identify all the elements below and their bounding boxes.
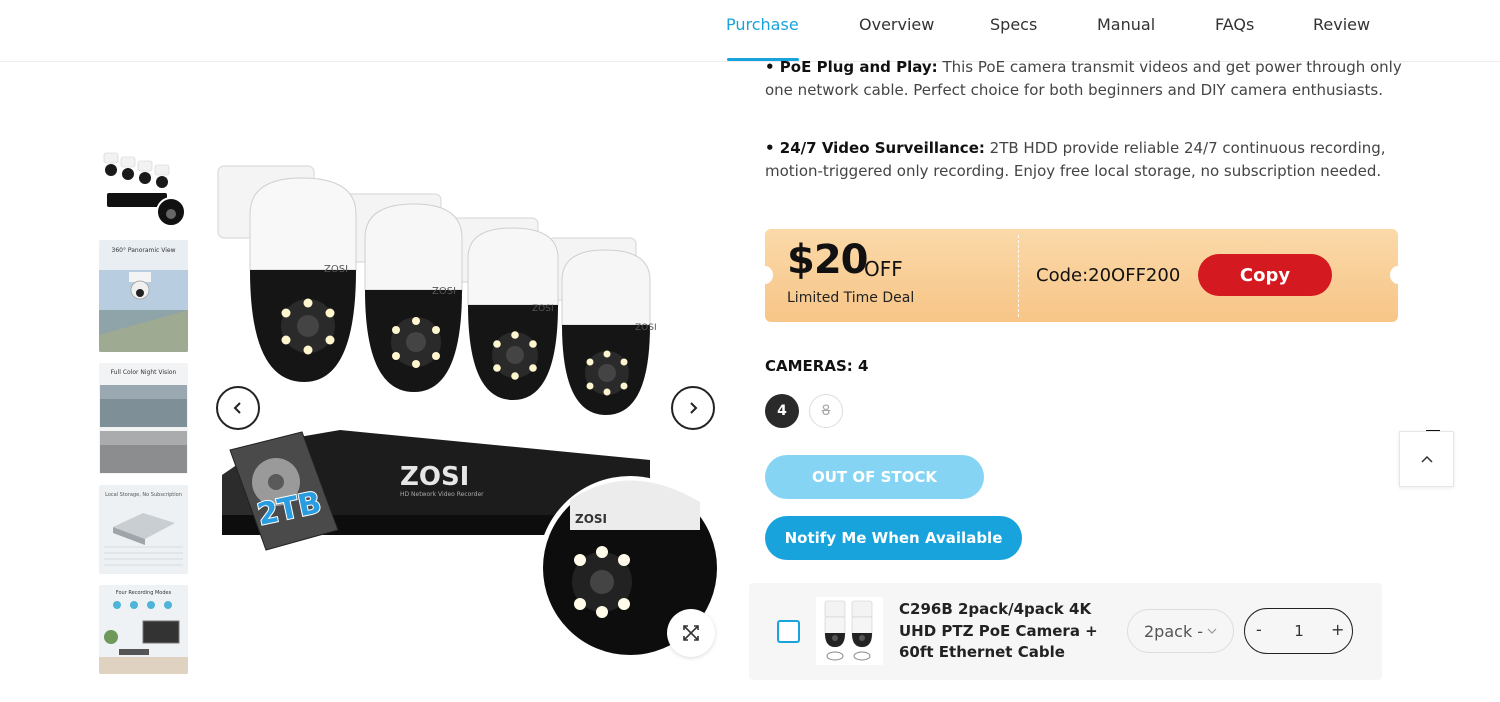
coupon-off-label: OFF <box>864 257 903 281</box>
product-photo: ZOSI ZOSI ZOSI ZOSI ZOSI HD Network Vide… <box>217 165 722 660</box>
thumbnail-caption: Local Storage, No Subscription <box>105 492 182 498</box>
coupon-notch-right <box>1390 266 1406 284</box>
thumbnail-image <box>99 145 188 230</box>
feature-poe: • PoE Plug and Play: This PoE camera tra… <box>765 56 1405 102</box>
thumbnail-caption: Full Color Night Vision <box>111 369 177 376</box>
thumbnail-caption: 360° Panoramic View <box>112 247 176 254</box>
out-of-stock-button: OUT OF STOCK <box>765 455 984 499</box>
expand-icon <box>683 625 699 641</box>
chevron-up-icon <box>1420 455 1433 463</box>
nvr-brand: ZOSI <box>400 462 469 492</box>
thumbnail-image: Four Recording Modes <box>99 585 188 674</box>
copy-code-button[interactable]: Copy <box>1198 254 1332 296</box>
tab-purchase[interactable]: Purchase <box>726 15 799 34</box>
camera-4: ZOSI <box>547 237 657 415</box>
tab-faqs[interactable]: FAQs <box>1215 15 1254 34</box>
tab-review[interactable]: Review <box>1313 15 1370 34</box>
tab-specs[interactable]: Specs <box>990 15 1037 34</box>
camera-brand: ZOSI <box>324 264 348 275</box>
addon-photo <box>816 597 883 665</box>
quantity-decrease-button[interactable]: - <box>1256 620 1262 639</box>
thumbnail-caption: Four Recording Modes <box>116 590 172 596</box>
addon-camera-right <box>851 600 873 648</box>
addon-variant-select[interactable]: 2pack - <box>1127 609 1234 653</box>
notify-me-button[interactable]: Notify Me When Available <box>765 516 1022 560</box>
addon-product-title[interactable]: C296B 2pack/4pack 4K UHD PTZ PoE Camera … <box>899 599 1129 664</box>
gallery-thumbnail-3[interactable]: Full Color Night Vision <box>99 363 188 474</box>
feature-surveillance: • 24/7 Video Surveillance: 2TB HDD provi… <box>765 137 1405 183</box>
chevron-right-icon <box>690 402 698 414</box>
quantity-input[interactable] <box>1279 619 1319 643</box>
feature-poe-title: • PoE Plug and Play: <box>765 58 938 76</box>
camera-1: ZOSI <box>217 165 357 382</box>
tab-overview[interactable]: Overview <box>859 15 934 34</box>
coupon-code: Code:20OFF200 <box>1036 265 1181 286</box>
coupon-subtitle: Limited Time Deal <box>787 290 915 306</box>
coupon-notch-left <box>757 266 773 284</box>
addon-checkbox[interactable] <box>777 620 800 643</box>
option-cameras-8[interactable]: 8 <box>809 394 843 428</box>
thumbnail-image: 360° Panoramic View <box>99 240 188 352</box>
camera-2: ZOSI <box>344 193 463 392</box>
coupon-card: $20 OFF Limited Time Deal Code:20OFF200 … <box>757 229 1406 322</box>
addon-product-image <box>816 597 883 665</box>
addon-camera-left <box>824 600 846 648</box>
gallery-thumbnail-1[interactable] <box>99 145 188 230</box>
cameras-option-label: CAMERAS: 4 <box>765 357 869 375</box>
zoom-brand: ZOSI <box>575 512 607 526</box>
chevron-down-icon <box>1207 628 1217 634</box>
thumbnail-image: Full Color Night Vision <box>99 363 188 474</box>
main-product-image: ZOSI ZOSI ZOSI ZOSI ZOSI HD Network Vide… <box>210 130 730 680</box>
addon-variant-value: 2pack - <box>1144 621 1204 641</box>
addon-product-row: C296B 2pack/4pack 4K UHD PTZ PoE Camera … <box>749 583 1382 680</box>
coupon-divider <box>1018 235 1019 317</box>
camera-brand: ZOSI <box>432 286 456 297</box>
coupon-amount: $20 <box>787 237 868 283</box>
feature-surveillance-title: • 24/7 Video Surveillance: <box>765 139 985 157</box>
gallery-thumbnail-4[interactable]: Local Storage, No Subscription <box>99 485 188 574</box>
gallery-thumbnail-2[interactable]: 360° Panoramic View <box>99 240 188 352</box>
chevron-left-icon <box>233 402 241 414</box>
tab-manual[interactable]: Manual <box>1097 15 1155 34</box>
option-cameras-4[interactable]: 4 <box>765 394 799 428</box>
addon-quantity-stepper: - + <box>1244 608 1353 654</box>
gallery-prev-button[interactable] <box>216 386 260 430</box>
nvr-subtitle: HD Network Video Recorder <box>400 491 484 498</box>
camera-brand: ZOSI <box>635 323 657 333</box>
camera-brand: ZOSI <box>532 304 554 314</box>
thumbnail-image: Local Storage, No Subscription <box>99 485 188 574</box>
quantity-increase-button[interactable]: + <box>1331 620 1344 639</box>
scroll-to-top-button[interactable] <box>1399 431 1454 487</box>
product-tab-bar: Purchase Overview Specs Manual FAQs Revi… <box>0 0 1500 62</box>
camera-3: ZOSI <box>447 217 559 400</box>
gallery-next-button[interactable] <box>671 386 715 430</box>
gallery-thumbnail-5[interactable]: Four Recording Modes <box>99 585 188 674</box>
expand-image-button[interactable] <box>667 609 715 657</box>
